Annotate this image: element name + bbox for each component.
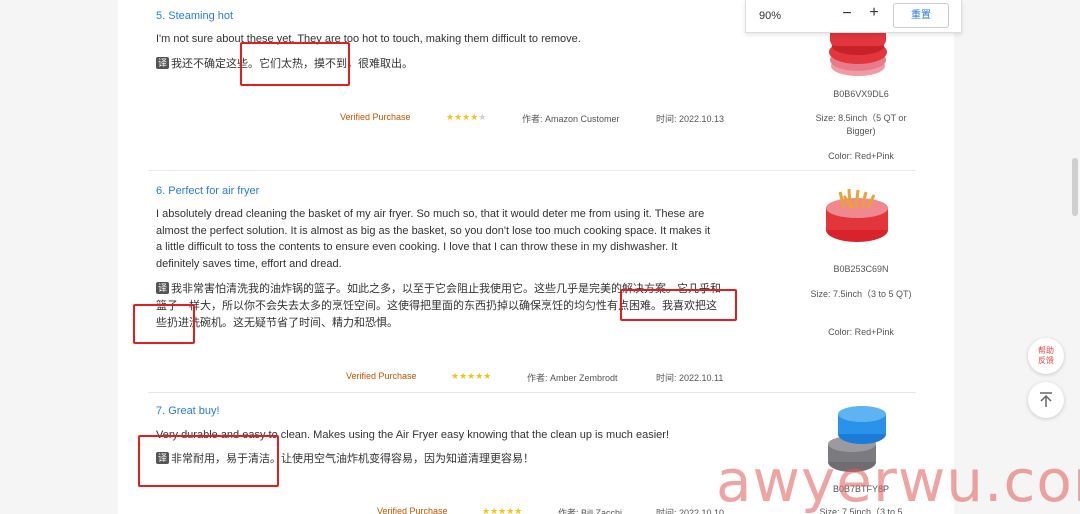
help-feedback-button[interactable]: 帮助 反馈	[1028, 338, 1064, 374]
arrow-up-icon	[1040, 392, 1052, 407]
translate-tag: 译	[156, 57, 170, 69]
star-icon: ★★★★★	[451, 371, 492, 381]
zoom-in-button[interactable]: +	[866, 4, 882, 22]
product-color: Color: Red+Pink	[828, 327, 894, 337]
watermark: awyerwu.com	[716, 447, 1080, 514]
zoom-toolbar: 90% − + 重置	[745, 0, 962, 33]
review-title[interactable]: 6. Perfect for air fryer	[156, 185, 259, 197]
product-color: Color: Red+Pink	[828, 151, 894, 161]
verified-purchase-label: Verified Purchase	[340, 112, 411, 122]
review-author: 作者: Bill Zacchi	[558, 508, 623, 514]
feedback-label: 反馈	[1038, 356, 1054, 365]
zoom-level: 90%	[759, 10, 782, 22]
product-size: Size: 8.5inch（5 QT or Bigger)	[815, 113, 907, 136]
review-date: 时间: 2022.10.10	[656, 508, 725, 514]
review-title[interactable]: 5. Steaming hot	[156, 10, 233, 22]
highlight-box	[133, 304, 195, 344]
product-asin: B0B6VX9DL6	[833, 89, 889, 99]
star-icon: ★★★★	[446, 112, 479, 122]
review-author: 作者: Amber Zembrodt	[527, 373, 618, 383]
highlight-box	[240, 42, 350, 86]
verified-purchase-label: Verified Purchase	[346, 371, 417, 381]
zoom-reset-button[interactable]: 重置	[893, 3, 949, 28]
review-date: 时间: 2022.10.13	[656, 114, 725, 124]
star-rating: ★★★★★	[451, 371, 491, 382]
highlight-box	[138, 435, 279, 487]
back-to-top-button[interactable]	[1028, 382, 1064, 418]
review-divider	[148, 170, 916, 171]
scrollbar-thumb[interactable]	[1072, 158, 1078, 216]
review-body-english: I absolutely dread cleaning the basket o…	[156, 208, 711, 270]
translate-tag: 译	[156, 282, 170, 294]
review-date: 时间: 2022.10.11	[656, 373, 724, 383]
review-divider	[148, 392, 916, 393]
review-author: 作者: Amazon Customer	[522, 114, 620, 124]
star-rating: ★★★★★	[482, 506, 522, 514]
product-size: Size: 7.5inch（3 to 5 QT)	[810, 289, 912, 299]
zoom-out-button[interactable]: −	[840, 5, 854, 23]
star-empty-icon: ★	[478, 112, 487, 122]
star-rating: ★★★★★	[446, 112, 486, 123]
product-image-fries-liner[interactable]	[822, 186, 892, 246]
star-icon: ★★★★★	[482, 506, 523, 514]
highlight-box	[620, 289, 737, 321]
verified-purchase-label: Verified Purchase	[377, 506, 448, 514]
review-title[interactable]: 7. Great buy!	[156, 405, 220, 417]
product-asin: B0B253C69N	[833, 264, 889, 274]
help-label: 帮助	[1038, 346, 1054, 355]
